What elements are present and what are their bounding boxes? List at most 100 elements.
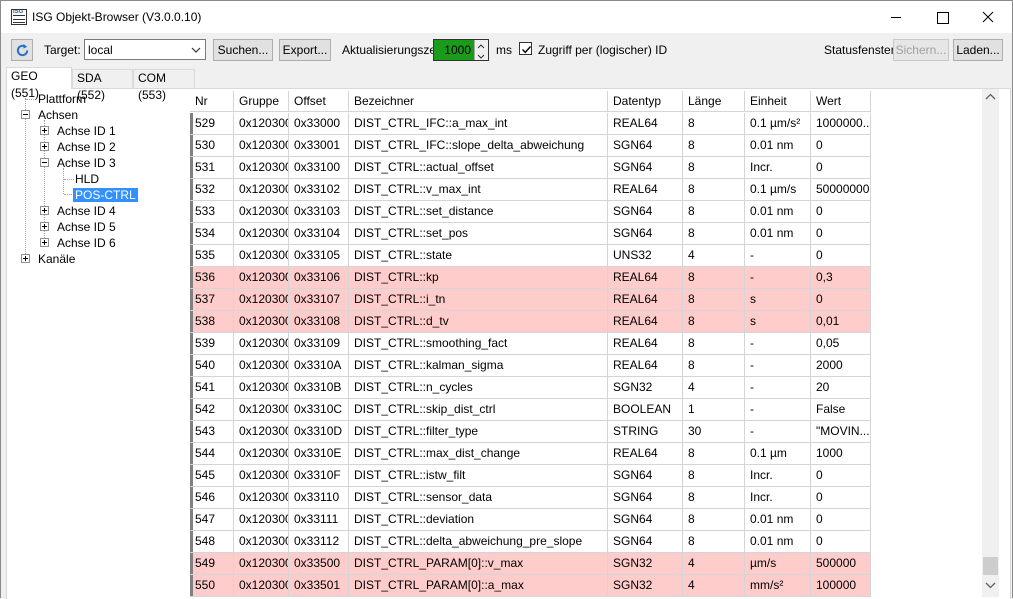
table-row[interactable]: 537 0x120300 0x33107 DIST_CTRL::i_tn REAL64 8… <box>190 289 871 311</box>
minimize-button[interactable] <box>873 1 919 33</box>
table-row[interactable]: 544 0x120300 0x3310E DIST_CTRL::max_dist_ch… <box>190 443 871 465</box>
col-header-wert[interactable]: Wert <box>811 91 871 112</box>
tree-item-hld[interactable]: HLD <box>73 172 101 188</box>
cell-wert[interactable]: 2000 <box>811 355 871 377</box>
table-row[interactable]: 541 0x120300 0x3310B DIST_CTRL::n_cycles SGN… <box>190 377 871 399</box>
table-row[interactable]: 543 0x120300 0x3310D DIST_CTRL::filter_type… <box>190 421 871 443</box>
tab-geo[interactable]: GEO (551) <box>6 67 72 100</box>
collapse-icon[interactable] <box>40 158 49 167</box>
expand-icon[interactable] <box>40 222 49 231</box>
cell-wert[interactable]: 0,05 <box>811 333 871 355</box>
spin-down-button[interactable] <box>475 50 488 60</box>
search-button[interactable]: Suchen... <box>213 39 273 61</box>
cell-wert[interactable]: 0 <box>811 509 871 531</box>
cell-laenge: 4 <box>683 553 745 575</box>
update-time-spinner[interactable]: 1000 <box>433 39 489 61</box>
table-row[interactable]: 533 0x120300 0x33103 DIST_CTRL::set_distanc… <box>190 201 871 223</box>
table-row[interactable]: 547 0x120300 0x33111 DIST_CTRL::deviation SG… <box>190 509 871 531</box>
col-header-einheit[interactable]: Einheit <box>745 91 811 112</box>
table-row[interactable]: 536 0x120300 0x33106 DIST_CTRL::kp REAL64 8-0… <box>190 267 871 289</box>
cell-wert[interactable]: 0 <box>811 223 871 245</box>
expand-icon[interactable] <box>40 142 49 151</box>
table-row[interactable]: 532 0x120300 0x33102 DIST_CTRL::v_max_int RE… <box>190 179 871 201</box>
cell-wert[interactable]: 0,01 <box>811 311 871 333</box>
table-row[interactable]: 531 0x120300 0x33100 DIST_CTRL::actual_offs… <box>190 157 871 179</box>
scroll-up-button[interactable] <box>982 89 999 106</box>
close-button[interactable] <box>965 1 1011 33</box>
cell-laenge: 4 <box>683 575 745 597</box>
table-row[interactable]: 535 0x120300 0x33105 DIST_CTRL::state UNS32 4… <box>190 245 871 267</box>
cell-wert[interactable]: 1000 <box>811 443 871 465</box>
access-id-checkbox[interactable] <box>519 42 532 55</box>
tab-sda[interactable]: SDA (552) <box>72 69 133 102</box>
cell-wert[interactable]: 0 <box>811 135 871 157</box>
cell-wert[interactable]: 1000000... <box>811 113 871 135</box>
cell-wert[interactable]: 0,3 <box>811 267 871 289</box>
cell-wert[interactable]: 0 <box>811 201 871 223</box>
col-header-bezeichner[interactable]: Bezeichner <box>349 91 608 112</box>
cell-wert[interactable]: 0 <box>811 157 871 179</box>
col-header-offset[interactable]: Offset <box>289 91 349 112</box>
col-header-gruppe[interactable]: Gruppe <box>234 91 289 112</box>
target-label: Target: <box>44 43 81 57</box>
load-button[interactable]: Laden... <box>953 39 1003 61</box>
table-row[interactable]: 546 0x120300 0x33110 DIST_CTRL::sensor_data… <box>190 487 871 509</box>
tree-item-axis-3[interactable]: Achse ID 3 <box>55 156 118 172</box>
table-row[interactable]: 530 0x120300 0x33001 DIST_CTRL_IFC::slope_d… <box>190 135 871 157</box>
tree-item-pos-ctrl[interactable]: POS-CTRL <box>73 188 138 204</box>
col-header-nr[interactable]: Nr <box>190 91 234 112</box>
cell-wert[interactable]: 0 <box>811 245 871 267</box>
col-header-laenge[interactable]: Länge <box>683 91 745 112</box>
cell-wert[interactable]: 500000 <box>811 553 871 575</box>
target-combo[interactable]: local <box>84 39 206 60</box>
tab-com[interactable]: COM (553) <box>133 69 195 102</box>
scroll-down-button[interactable] <box>982 576 999 593</box>
tree-item-axis-1[interactable]: Achse ID 1 <box>55 124 118 140</box>
maximize-button[interactable] <box>919 1 965 33</box>
cell-wert[interactable]: 50000000 <box>811 179 871 201</box>
cell-wert[interactable]: False <box>811 399 871 421</box>
tree-item-axis-2[interactable]: Achse ID 2 <box>55 140 118 156</box>
tree-item-channels[interactable]: Kanäle <box>36 252 77 268</box>
col-header-datentyp[interactable]: Datentyp <box>608 91 683 112</box>
cell-wert[interactable]: 0 <box>811 465 871 487</box>
tree-item-platform[interactable]: Plattform <box>36 92 88 108</box>
table-row[interactable]: 550 0x120300 0x33501 DIST_CTRL_PARAM[0]::a_… <box>190 575 871 597</box>
vertical-scrollbar[interactable] <box>982 89 999 597</box>
table-row[interactable]: 545 0x120300 0x3310F DIST_CTRL::istw_filt SG… <box>190 465 871 487</box>
cell-wert[interactable]: 20 <box>811 377 871 399</box>
scroll-thumb[interactable] <box>983 557 998 575</box>
table-row[interactable]: 542 0x120300 0x3310C DIST_CTRL::skip_dist_c… <box>190 399 871 421</box>
spin-up-button[interactable] <box>475 40 488 50</box>
tree-item-axes[interactable]: Achsen <box>36 108 80 124</box>
table-row[interactable]: 549 0x120300 0x33500 DIST_CTRL_PARAM[0]::v_… <box>190 553 871 575</box>
tree-item-axis-6[interactable]: Achse ID 6 <box>55 236 118 252</box>
table-row[interactable]: 548 0x120300 0x33112 DIST_CTRL::delta_abwei… <box>190 531 871 553</box>
table-row[interactable]: 534 0x120300 0x33104 DIST_CTRL::set_pos SGN6… <box>190 223 871 245</box>
tree-item-axis-5[interactable]: Achse ID 5 <box>55 220 118 236</box>
save-button[interactable]: Sichern... <box>893 39 949 61</box>
table-row[interactable]: 538 0x120300 0x33108 DIST_CTRL::d_tv REAL64 8… <box>190 311 871 333</box>
cell-gruppe: 0x120300 <box>234 355 289 377</box>
cell-wert[interactable]: "MOVIN... <box>811 421 871 443</box>
tree-item-axis-4[interactable]: Achse ID 4 <box>55 204 118 220</box>
export-button[interactable]: Export... <box>279 39 331 61</box>
cell-gruppe: 0x120300 <box>234 421 289 443</box>
expand-icon[interactable] <box>40 238 49 247</box>
cell-gruppe: 0x120300 <box>234 311 289 333</box>
cell-bezeichner: DIST_CTRL::sensor_data <box>349 487 608 509</box>
expand-icon[interactable] <box>40 206 49 215</box>
expand-icon[interactable] <box>40 126 49 135</box>
table-row[interactable]: 539 0x120300 0x33109 DIST_CTRL::smoothing_f… <box>190 333 871 355</box>
cell-wert[interactable]: 100000 <box>811 575 871 597</box>
table-row[interactable]: 540 0x120300 0x3310A DIST_CTRL::kalman_sigm… <box>190 355 871 377</box>
cell-wert[interactable]: 0 <box>811 531 871 553</box>
refresh-button[interactable] <box>11 39 33 61</box>
cell-wert[interactable]: 0 <box>811 289 871 311</box>
cell-wert[interactable]: 0 <box>811 487 871 509</box>
expand-icon[interactable] <box>21 254 30 263</box>
table-row[interactable]: 529 0x120300 0x33000 DIST_CTRL_IFC::a_max_i… <box>190 113 871 135</box>
cell-laenge: 8 <box>683 267 745 289</box>
collapse-icon[interactable] <box>21 110 30 119</box>
cell-bezeichner: DIST_CTRL::v_max_int <box>349 179 608 201</box>
